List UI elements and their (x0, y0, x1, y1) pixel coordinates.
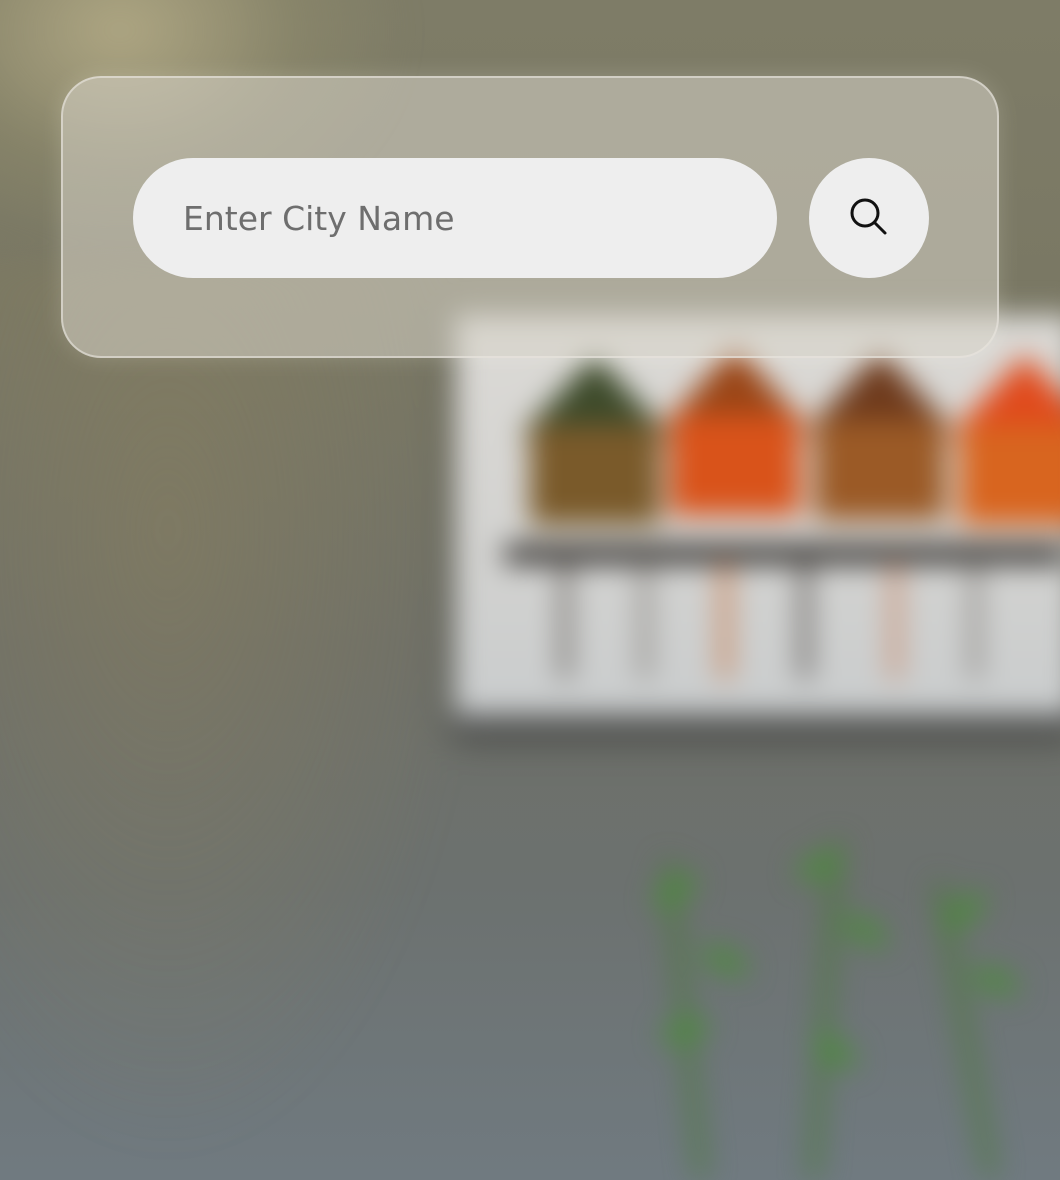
painting-house (660, 345, 810, 515)
painting-drip (890, 560, 900, 680)
painting-drip (970, 560, 980, 680)
search-panel (61, 76, 999, 358)
search-icon (850, 198, 887, 235)
plant-leaf (837, 908, 893, 954)
plant-leaf (967, 962, 1023, 1000)
painting-drip (640, 560, 650, 680)
city-search-input[interactable] (133, 158, 777, 278)
painting-drip (720, 560, 730, 680)
painting-house (520, 355, 670, 525)
plant-stem (934, 881, 996, 1179)
search-button[interactable] (809, 158, 929, 278)
plant-stem (808, 840, 842, 1180)
plant-leaf (697, 940, 753, 982)
wall-painting-edge (455, 715, 1060, 729)
app-background (0, 0, 1060, 1180)
background-wall-shade (0, 260, 480, 1160)
painting-drip (800, 560, 810, 680)
painting-house (950, 355, 1060, 525)
painting-house (805, 350, 955, 520)
painting-drip (560, 560, 570, 680)
